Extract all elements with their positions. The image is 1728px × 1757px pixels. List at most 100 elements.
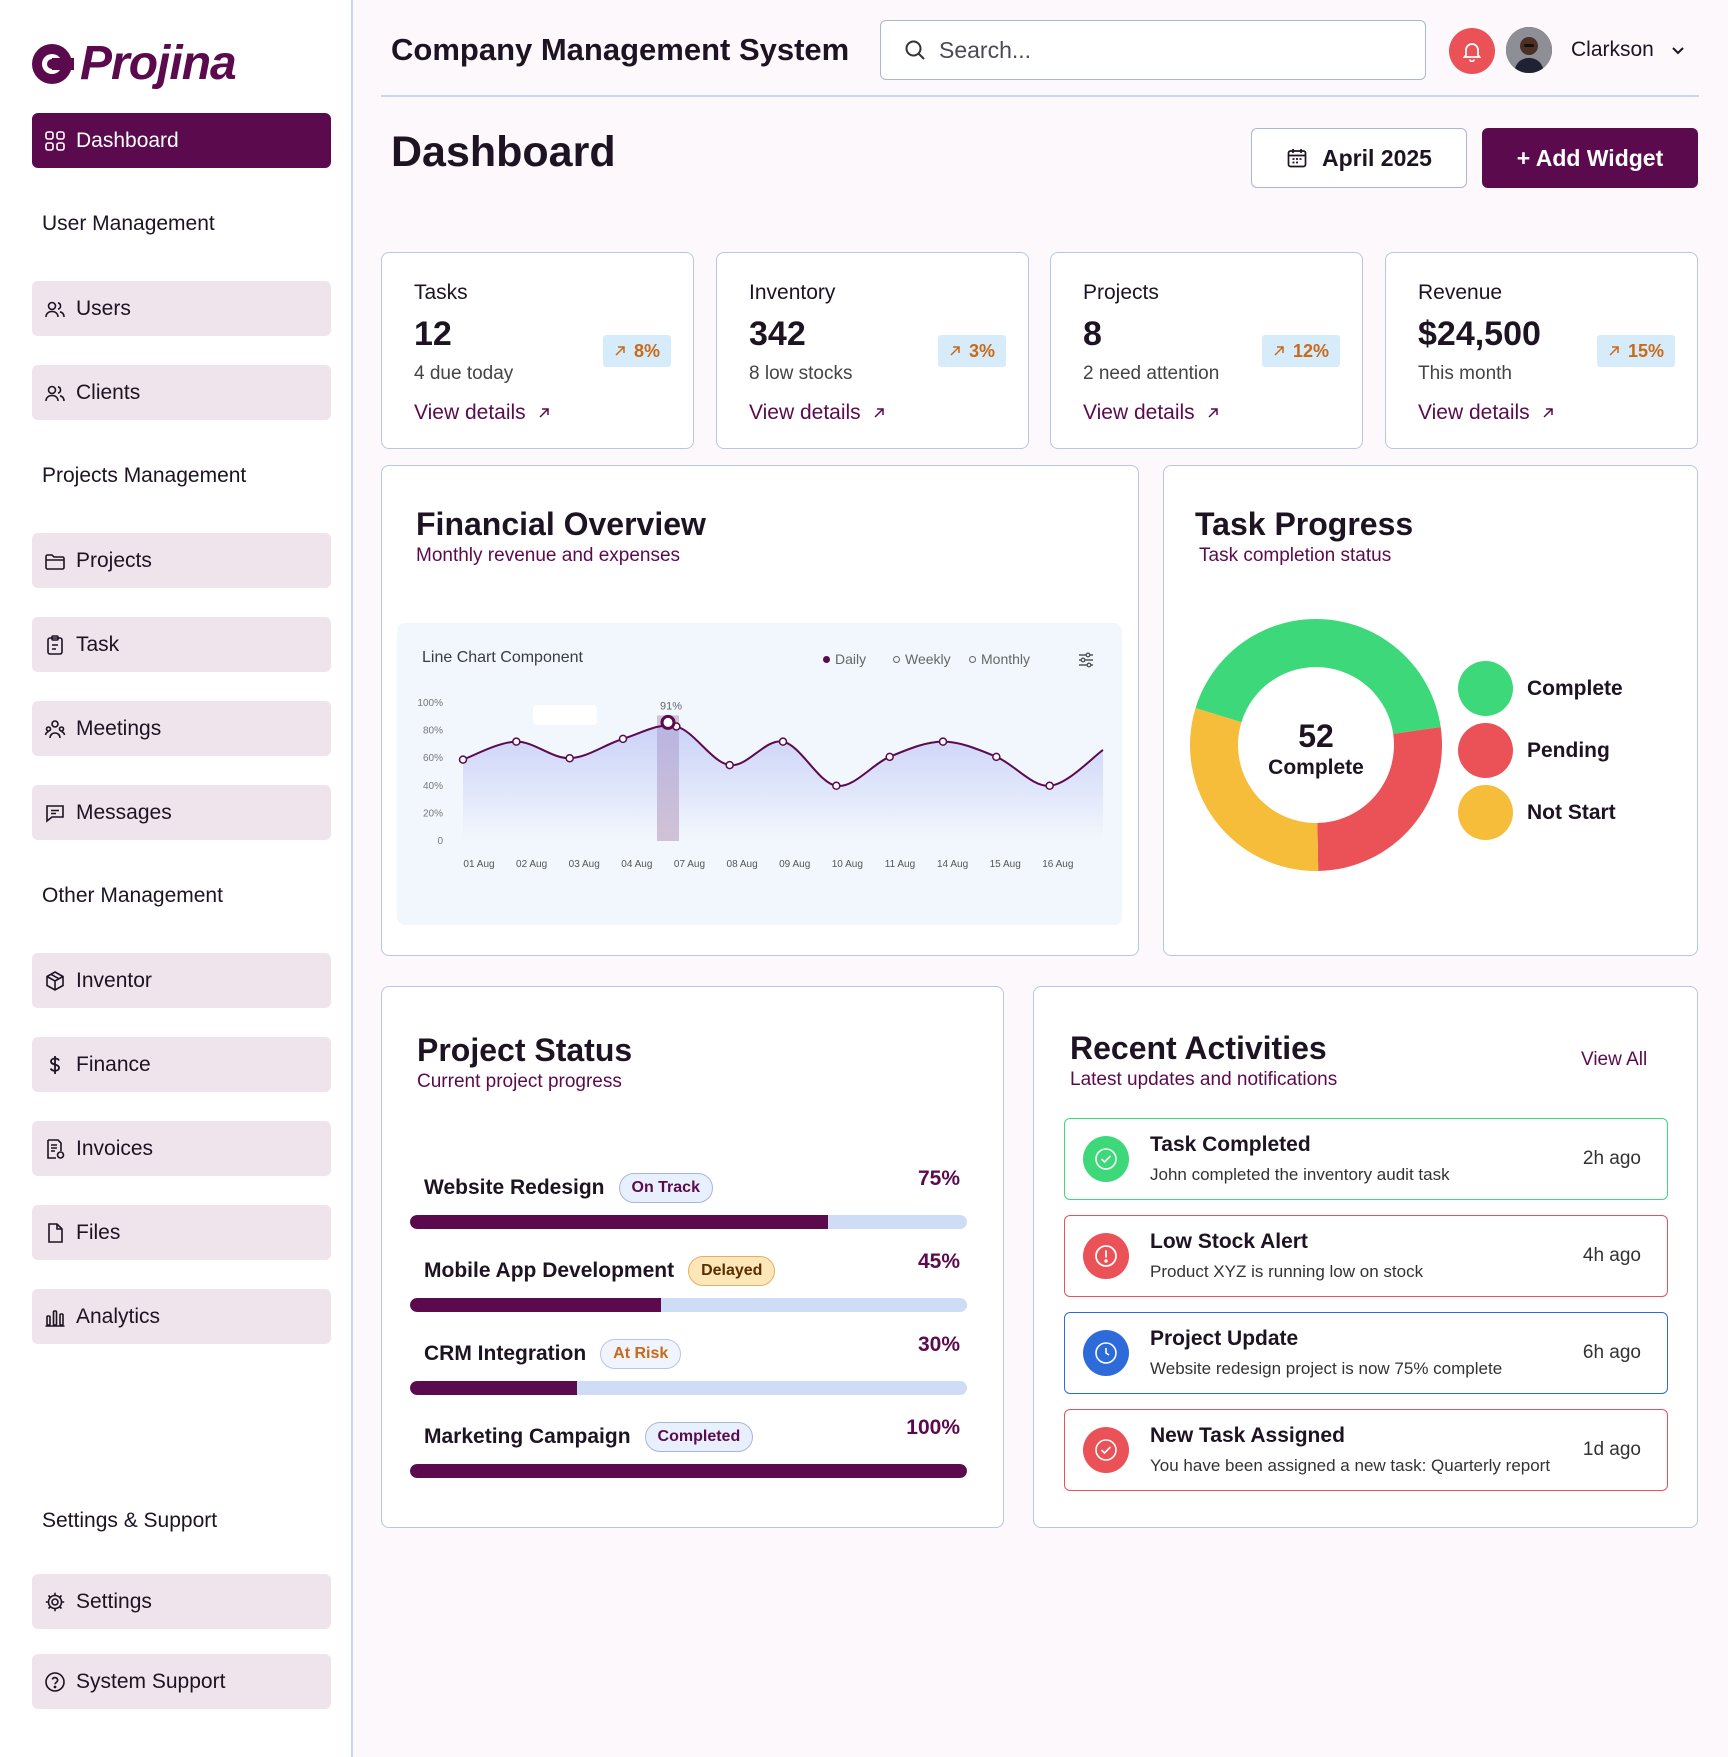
brand-name: Projina xyxy=(80,37,237,90)
search-input[interactable] xyxy=(939,36,1399,64)
stat-card-inventory: Inventory 342 8 low stocks 3% View detai… xyxy=(716,252,1029,449)
project-percent: 30% xyxy=(917,1333,960,1356)
activity-item[interactable]: Project Update Website redesign project … xyxy=(1064,1312,1668,1394)
logo-mark-icon xyxy=(32,43,74,84)
y-tick-label: 100% xyxy=(417,698,443,709)
sidebar-item-finance[interactable]: Finance xyxy=(32,1037,331,1092)
sidebar-item-label: Finance xyxy=(76,1052,151,1076)
section-settings-support: Settings & Support xyxy=(42,1509,218,1532)
activity-title: Low Stock Alert xyxy=(1150,1230,1308,1253)
sidebar-item-task[interactable]: Task xyxy=(32,617,331,672)
sidebar-item-dashboard[interactable]: Dashboard xyxy=(32,113,331,168)
stat-card-tasks: Tasks 12 4 due today 8% View details xyxy=(381,252,694,449)
y-tick-label: 40% xyxy=(423,781,443,792)
activity-item[interactable]: Low Stock Alert Product XYZ is running l… xyxy=(1064,1215,1668,1297)
project-status-subtitle: Current project progress xyxy=(417,1071,622,1092)
data-point[interactable] xyxy=(885,752,894,762)
sidebar-item-label: Invoices xyxy=(76,1136,154,1160)
message-icon xyxy=(46,804,64,823)
sidebar-item-analytics[interactable]: Analytics xyxy=(32,1289,331,1344)
stat-value: 12 xyxy=(414,315,452,353)
section-other-management: Other Management xyxy=(42,884,223,907)
x-tick-label: 15 Aug xyxy=(990,859,1021,870)
user-name[interactable]: Clarkson xyxy=(1571,38,1654,62)
sidebar-item-label: System Support xyxy=(76,1669,226,1693)
trend-badge: 3% xyxy=(937,335,1006,367)
legend-label: Pending xyxy=(1527,738,1610,762)
project-percent: 45% xyxy=(917,1250,960,1273)
arrow-up-right-icon xyxy=(1208,408,1218,418)
highlight-point[interactable] xyxy=(660,714,676,730)
alert-circle-icon xyxy=(1083,1233,1129,1279)
project-percent: 100% xyxy=(906,1416,960,1439)
bell-icon xyxy=(1462,43,1482,62)
data-point[interactable] xyxy=(512,737,521,746)
x-tick-label: 08 Aug xyxy=(727,859,758,870)
arrow-up-right-icon xyxy=(539,408,549,418)
box-icon xyxy=(46,970,64,991)
progress-fill xyxy=(410,1298,661,1312)
data-point[interactable] xyxy=(832,781,841,791)
donut-center-value: 52 xyxy=(1298,718,1334,754)
sidebar-item-users[interactable]: Users xyxy=(32,281,331,336)
sidebar-item-label: Analytics xyxy=(76,1304,161,1328)
view-details-link[interactable]: View details xyxy=(1083,401,1219,425)
avatar[interactable] xyxy=(1506,27,1552,73)
grid-icon xyxy=(45,130,65,151)
sidebar-item-meetings[interactable]: Meetings xyxy=(32,701,331,756)
sidebar-item-files[interactable]: Files xyxy=(32,1205,331,1260)
add-widget-button[interactable]: + Add Widget xyxy=(1482,128,1698,188)
data-point[interactable] xyxy=(458,755,468,764)
legend-swatch xyxy=(1458,723,1513,778)
check-circle-icon xyxy=(1083,1136,1129,1182)
section-projects-management: Projects Management xyxy=(42,464,247,487)
x-tick-label: 07 Aug xyxy=(674,859,705,870)
trend-value: 3% xyxy=(968,340,995,361)
sidebar-item-messages[interactable]: Messages xyxy=(32,785,331,840)
progress-fill xyxy=(410,1215,828,1229)
view-details-link[interactable]: View details xyxy=(414,401,550,425)
data-point[interactable] xyxy=(778,737,788,746)
sidebar-item-settings[interactable]: Settings xyxy=(32,1574,331,1629)
activity-item[interactable]: New Task Assigned You have been assigned… xyxy=(1064,1409,1668,1491)
donut-center-label: Complete xyxy=(1268,756,1364,779)
data-point[interactable] xyxy=(992,752,1001,762)
donut-slice-complete[interactable] xyxy=(1195,619,1441,734)
search-box[interactable] xyxy=(880,20,1426,80)
activity-item[interactable]: Task Completed John completed the invent… xyxy=(1064,1118,1668,1200)
date-picker-button[interactable]: April 2025 xyxy=(1251,128,1467,188)
data-point[interactable] xyxy=(725,760,734,770)
data-point[interactable] xyxy=(618,734,628,744)
sidebar-item-projects[interactable]: Projects xyxy=(32,533,331,588)
sidebar-item-support[interactable]: System Support xyxy=(32,1654,331,1709)
progress-track xyxy=(410,1215,967,1229)
legend-not-start: Not Start xyxy=(1458,785,1616,840)
sidebar-item-clients[interactable]: Clients xyxy=(32,365,331,420)
x-tick-label: 14 Aug xyxy=(937,859,968,870)
sidebar-item-invoices[interactable]: Invoices xyxy=(32,1121,331,1176)
brand-logo[interactable]: Projina xyxy=(30,36,237,91)
status-badge: Completed xyxy=(644,1422,754,1452)
data-point[interactable] xyxy=(565,753,574,763)
data-point[interactable] xyxy=(1045,781,1054,791)
arrow-up-right-icon xyxy=(1543,408,1553,418)
financial-subtitle: Monthly revenue and expenses xyxy=(416,545,681,566)
trend-value: 12% xyxy=(1292,340,1329,361)
chevron-down-icon[interactable] xyxy=(1670,42,1686,58)
date-label: April 2025 xyxy=(1322,144,1432,171)
stat-subtitle: 8 low stocks xyxy=(749,363,853,384)
view-details-link[interactable]: View details xyxy=(1418,401,1554,425)
trend-value: 8% xyxy=(633,340,660,361)
link-label: View details xyxy=(1083,401,1195,424)
data-point[interactable] xyxy=(938,737,948,746)
status-badge: Delayed xyxy=(688,1256,776,1286)
view-details-link[interactable]: View details xyxy=(749,401,885,425)
page-title: Dashboard xyxy=(391,128,616,176)
notification-button[interactable] xyxy=(1449,28,1495,74)
check-icon xyxy=(1095,1148,1117,1170)
sidebar-item-label: Dashboard xyxy=(76,128,179,152)
project-label: Marketing Campaign xyxy=(424,1425,631,1448)
line-chart-panel: Line Chart Component Daily Weekly Monthl… xyxy=(397,623,1122,925)
view-all-link[interactable]: View All xyxy=(1581,1049,1647,1071)
sidebar-item-inventor[interactable]: Inventor xyxy=(32,953,331,1008)
